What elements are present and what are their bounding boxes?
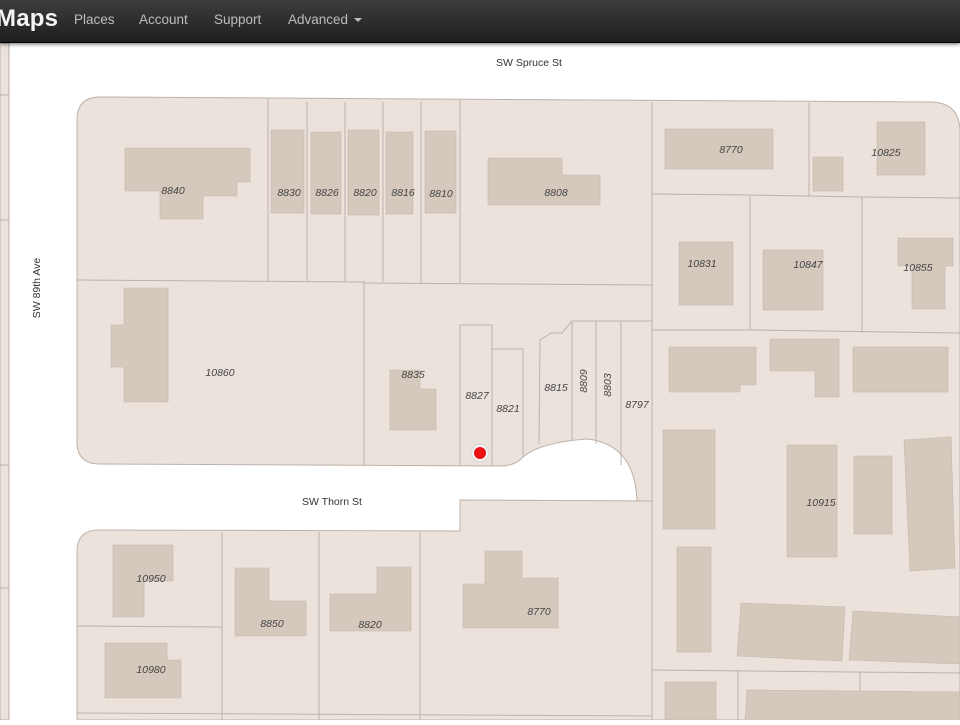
address-label[interactable]: 8840 (161, 185, 185, 197)
nav-places[interactable]: Places (74, 12, 115, 27)
address-label[interactable]: 10825 (871, 147, 900, 159)
address-label[interactable]: 8827 (465, 390, 490, 402)
address-label[interactable]: 8820 (358, 619, 382, 631)
address-label[interactable]: 8835 (401, 369, 425, 381)
address-label[interactable]: 8826 (315, 187, 339, 199)
building-8810 (424, 130, 457, 214)
address-label[interactable]: 8810 (429, 188, 453, 200)
brand-logo[interactable]: Maps (0, 5, 58, 33)
location-marker-icon[interactable] (474, 447, 486, 459)
address-label[interactable]: 10915 (806, 497, 835, 509)
building-se-2 (848, 610, 960, 665)
address-label[interactable]: 8821 (496, 403, 519, 415)
building-se-3 (664, 681, 717, 721)
map-canvas[interactable]: SW Spruce St SW Thorn St SW 89th Ave 884… (0, 42, 960, 721)
building-10825-small (812, 156, 844, 192)
nav-advanced[interactable]: Advanced (288, 12, 363, 27)
address-label[interactable]: 10980 (136, 664, 165, 676)
building-east-lower (676, 546, 712, 653)
nav-account[interactable]: Account (139, 12, 188, 27)
address-label[interactable]: 8803 (602, 373, 614, 397)
nav-support[interactable]: Support (214, 12, 261, 27)
building-east-right (903, 436, 956, 572)
address-label[interactable]: 8850 (260, 618, 284, 630)
building-se-4 (744, 689, 960, 721)
building-8820n (347, 129, 380, 216)
address-label[interactable]: 10860 (205, 367, 234, 379)
parcel-west-strip (0, 42, 10, 721)
address-label[interactable]: 8808 (544, 187, 568, 199)
building-se-1 (736, 602, 846, 662)
street-label-south: SW Thorn St (302, 496, 362, 508)
address-label[interactable]: 8809 (578, 369, 590, 393)
building-8816 (385, 131, 414, 215)
address-label[interactable]: 8770 (527, 606, 551, 618)
street-label-west: SW 89th Ave (31, 258, 43, 319)
building-8830 (270, 129, 305, 214)
address-label[interactable]: 8770 (719, 144, 743, 156)
address-label[interactable]: 8815 (544, 382, 568, 394)
building-10831 (678, 241, 734, 306)
street-label-north: SW Spruce St (496, 57, 562, 69)
address-label[interactable]: 10855 (903, 262, 932, 274)
nav-advanced-label: Advanced (288, 12, 349, 27)
address-label[interactable]: 8820 (353, 187, 377, 199)
building-east-tall (662, 429, 716, 530)
building-ne-1 (668, 346, 757, 393)
building-ne-3 (852, 346, 949, 393)
address-label[interactable]: 8816 (391, 187, 415, 199)
top-navbar: Maps Places Account Support Advanced (0, 0, 960, 43)
parcel-map[interactable]: SW Spruce St SW Thorn St SW 89th Ave 884… (0, 42, 960, 721)
address-label[interactable]: 10831 (687, 258, 716, 270)
caret-down-icon (354, 18, 363, 23)
address-label[interactable]: 8830 (277, 187, 301, 199)
building-8826 (310, 131, 342, 215)
address-label[interactable]: 10847 (793, 259, 823, 271)
address-label[interactable]: 8797 (625, 399, 650, 411)
building-east-mid (853, 455, 893, 535)
address-label[interactable]: 10950 (136, 573, 165, 585)
